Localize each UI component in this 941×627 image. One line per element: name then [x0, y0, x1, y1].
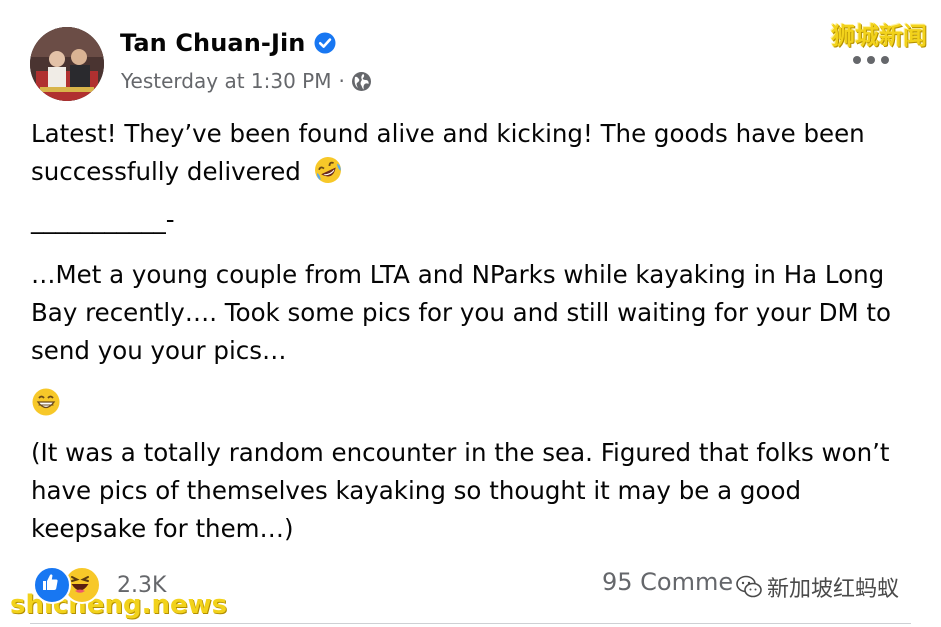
like-reaction-icon — [33, 566, 71, 604]
rolling-on-floor-laughing-emoji-icon — [313, 155, 343, 185]
watermark-bottom-right-text: 新加坡红蚂蚁 — [767, 577, 900, 602]
post-paragraph-5: (It was a totally random encounter in th… — [31, 438, 890, 543]
watermark-top-right: 狮城新闻 — [831, 22, 927, 50]
post-timestamp[interactable]: Yesterday at 1:30 PM — [121, 69, 332, 93]
comments-count-link[interactable]: 95 Comme — [602, 568, 733, 596]
meta-separator: · — [338, 69, 345, 93]
author-avatar[interactable] — [30, 27, 104, 101]
more-horizontal-icon-dot — [867, 56, 875, 64]
verified-badge-icon — [314, 32, 336, 54]
beaming-face-emoji-icon — [31, 387, 61, 417]
author-name[interactable]: Tan Chuan-Jin — [120, 29, 305, 57]
watermark-bottom-right: 新加坡红蚂蚁 — [735, 571, 899, 603]
more-options-button[interactable] — [853, 53, 889, 67]
post-meta: Yesterday at 1:30 PM · — [121, 66, 372, 96]
wechat-logo-icon — [735, 573, 763, 601]
facebook-post: Tan Chuan-Jin Yesterday at 1:30 PM · 狮城新… — [0, 0, 941, 627]
paragraph-1-text: Latest! They’ve been found alive and kic… — [31, 119, 865, 186]
post-paragraph-4 — [31, 385, 911, 423]
author-row: Tan Chuan-Jin — [120, 25, 336, 61]
post-paragraph-1: Latest! They’ve been found alive and kic… — [31, 115, 911, 191]
globe-icon[interactable] — [351, 71, 372, 92]
post-paragraph-3: …Met a young couple from LTA and NParks … — [31, 260, 892, 365]
more-horizontal-icon-dot — [881, 56, 889, 64]
more-horizontal-icon-dot — [853, 56, 861, 64]
footer-divider — [30, 623, 911, 624]
post-paragraph-2: ___________- — [31, 205, 175, 234]
